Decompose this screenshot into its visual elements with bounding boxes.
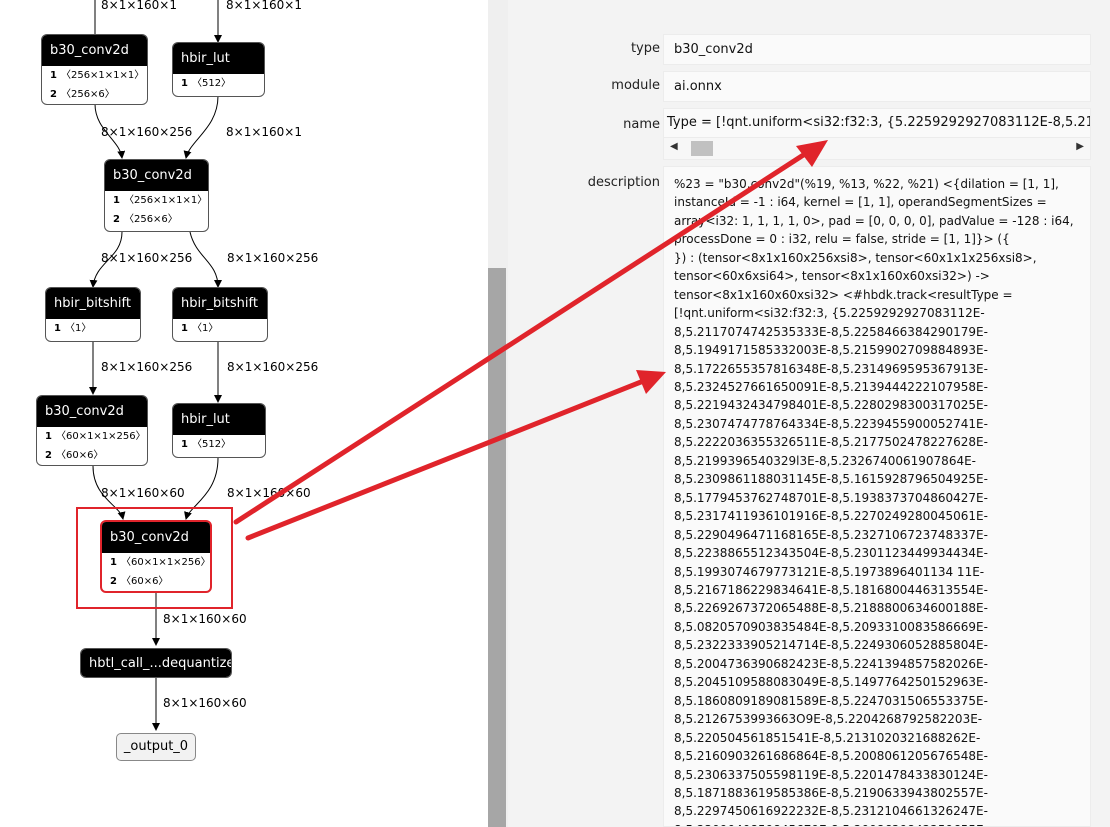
- description-line: 8,5.2317411936101916E-8,5.22702492800450…: [674, 509, 988, 524]
- module-label: module: [611, 78, 660, 93]
- node-input-row: 1 〈1〉: [54, 323, 92, 334]
- edge-label: 8×1×160×1: [226, 0, 302, 12]
- edge-label: 8×1×160×256: [227, 360, 319, 374]
- node-hbir-bitshift[interactable]: hbir_bitshift 1 〈1〉: [45, 287, 141, 342]
- node-title: b30_conv2d: [42, 35, 147, 66]
- node-input-row: 1 〈60×1×1×256〉: [45, 431, 146, 442]
- description-line: 8,5.1993074679773121E-8,5.1973896401134 …: [674, 564, 985, 579]
- description-line: 8,5.2199396540329l3E-8,5.232674006190786…: [674, 453, 976, 468]
- node-title: hbir_lut: [173, 404, 265, 435]
- node-title: hbir_bitshift: [173, 288, 267, 319]
- node-hbir-lut[interactable]: hbir_lut 1 〈512〉: [172, 403, 266, 458]
- name-value: Type = [!qnt.uniform<si32:f32:3, {5.2259…: [663, 108, 1091, 138]
- edge-label: 8×1×160×60: [101, 486, 185, 500]
- horizontal-scroll-thumb[interactable]: [691, 141, 713, 156]
- description-line: 8,5.2290496471168165E-8,5.23271067237483…: [674, 527, 988, 542]
- node-b30-conv2d-selected[interactable]: b30_conv2d 1 〈60×1×1×256〉 2 〈60×6〉: [100, 520, 212, 593]
- node-title: b30_conv2d: [102, 522, 210, 553]
- description-line: 8,5.2306337505598119E-8,5.22014784338301…: [674, 767, 988, 782]
- description-line: 8,5.2309040859845679E-8,5.20086298422596…: [674, 821, 1086, 826]
- node-input-row: 2 〈60×6〉: [45, 450, 104, 461]
- description-label: description: [587, 175, 660, 190]
- description-line: 8,5.2307474778764334E-8,5.22394559000527…: [674, 416, 988, 431]
- node-input-row: 1 〈256×1×1×1〉: [113, 195, 208, 206]
- node-input-row: 1 〈512〉: [181, 78, 232, 89]
- description-line: 8,5.2117074742535333E-8,5.22584663842901…: [674, 324, 988, 339]
- node-input-row: 2 〈256×6〉: [113, 214, 178, 225]
- description-line: 8,5.2004736390682423E-8,5.22413948575820…: [674, 656, 988, 671]
- description-line: array<i32: 1, 1, 1, 1, 0>, pad = [0, 0, …: [674, 213, 1074, 228]
- description-line: 8,5.0820570903835484E-8,5.20933100835866…: [674, 619, 988, 634]
- description-line: 8,5.1722655357816348E-8,5.23149695953679…: [674, 361, 988, 376]
- description-line: 8,5.1860809189081589E-8,5.22470315065533…: [674, 693, 988, 708]
- edge-label: 8×1×160×256: [101, 360, 193, 374]
- type-label: type: [630, 41, 660, 56]
- node-title: b30_conv2d: [37, 396, 147, 427]
- description-line: processDone = 0 : i32, relu = false, str…: [674, 232, 1010, 247]
- node-input-row: 2 〈60×6〉: [110, 576, 169, 587]
- description-line: 8,5.2269267372065488E-8,5.21888006346001…: [674, 601, 988, 616]
- description-value: %23 = "b30.conv2d"(%19, %13, %22, %21) <…: [663, 166, 1091, 827]
- graph-canvas[interactable]: 8×1×160×1 8×1×160×1 8×1×160×256 8×1×160×…: [0, 0, 488, 827]
- description-line: 8,5.2219432434798401E-8,5.22802983003170…: [674, 398, 988, 413]
- description-line: 8,5.2322333905214714E-8,5.22493060528858…: [674, 638, 988, 653]
- edge-label: 8×1×160×60: [163, 696, 247, 710]
- description-line: 8,5.2045109588083049E-8,5.14977642501529…: [674, 675, 988, 690]
- type-value: b30_conv2d: [663, 34, 1091, 65]
- node-input-row: 1 〈60×1×1×256〉: [110, 557, 211, 568]
- node-input-row: 1 〈256×1×1×1〉: [50, 70, 145, 81]
- node-title: hbtl_call_...dequantize: [81, 649, 231, 677]
- node-hbir-lut[interactable]: hbir_lut 1 〈512〉: [172, 42, 265, 97]
- description-line: tensor<60x6xsi64>, tensor<8x1x160x60xsi3…: [674, 269, 990, 284]
- description-line: 8,5.2160903261686864E-8,5.20080612056765…: [674, 749, 988, 764]
- node-input-row: 1 〈1〉: [181, 323, 219, 334]
- description-line: 8,5.2167186229834641E-8,5.18168004463135…: [674, 582, 988, 597]
- scroll-left-arrow-icon[interactable]: ◀: [670, 141, 678, 152]
- node-title: b30_conv2d: [105, 160, 208, 191]
- scroll-right-arrow-icon[interactable]: ▶: [1076, 141, 1084, 152]
- edge-label: 8×1×160×256: [101, 125, 193, 139]
- node-hbtl-call-dequantize[interactable]: hbtl_call_...dequantize: [80, 648, 232, 678]
- node-b30-conv2d[interactable]: b30_conv2d 1 〈256×1×1×1〉 2 〈256×6〉: [41, 34, 148, 105]
- node-b30-conv2d[interactable]: b30_conv2d 1 〈256×1×1×1〉 2 〈256×6〉: [104, 159, 209, 232]
- edge-label: 8×1×160×1: [226, 125, 302, 139]
- properties-panel: type b30_conv2d module ai.onnx name Type…: [508, 0, 1110, 827]
- scrollbar-thumb[interactable]: [488, 268, 506, 827]
- node-input-row: 2 〈256×6〉: [50, 89, 115, 100]
- description-line: 8,5.2126753993663O9E-8,5.220426879258220…: [674, 712, 983, 727]
- description-line: 8,5.2309861188031145E-8,5.16159287965049…: [674, 472, 988, 487]
- description-line: 8,5.2222036355326511E-8,5.21775024782276…: [674, 435, 988, 450]
- node-title: hbir_lut: [173, 43, 264, 74]
- node-b30-conv2d[interactable]: b30_conv2d 1 〈60×1×1×256〉 2 〈60×6〉: [36, 395, 148, 466]
- description-line: }) : (tensor<8x1x160x256xsi8>, tensor<60…: [674, 250, 1037, 265]
- module-value: ai.onnx: [663, 71, 1091, 102]
- description-line: 8,5.2238865512343504E-8,5.23011234499344…: [674, 546, 988, 561]
- description-line: [!qnt.uniform<si32:f32:3, {5.22592929270…: [674, 306, 985, 321]
- description-line: instanceId = -1 : i64, kernel = [1, 1], …: [674, 195, 1047, 210]
- description-line: tensor<8x1x160x60xsi32> <#hbdk.track<res…: [674, 287, 1013, 302]
- edge-label: 8×1×160×256: [227, 251, 319, 265]
- description-line: %23 = "b30.conv2d"(%19, %13, %22, %21) <…: [674, 177, 1059, 191]
- node-output[interactable]: _output_0: [116, 733, 196, 761]
- node-title: hbir_bitshift: [46, 288, 140, 319]
- edge-label: 8×1×160×60: [163, 612, 247, 626]
- node-hbir-bitshift[interactable]: hbir_bitshift 1 〈1〉: [172, 287, 268, 342]
- edge-conv-b-to-bitshift-b: [189, 231, 222, 288]
- description-line: 8,5.220504561851541E-8,5.213102032168826…: [674, 730, 981, 745]
- description-line: 8,5.1871883619585386E-8,5.21906339438025…: [674, 785, 988, 800]
- description-line: 8,5.2297450616922232E-8,5.23121046613262…: [674, 804, 988, 819]
- description-line: 8,5.1949171585332003E-8,5.21599027098848…: [674, 343, 988, 358]
- edge-label: 8×1×160×60: [227, 486, 311, 500]
- node-input-row: 1 〈512〉: [181, 439, 232, 450]
- edge-label: 8×1×160×256: [101, 251, 193, 265]
- edge-label: 8×1×160×1: [101, 0, 177, 12]
- description-line: 8,5.1779453762748701E-8,5.19383737048604…: [674, 490, 988, 505]
- name-horizontal-scrollbar[interactable]: ◀ ▶: [663, 137, 1091, 160]
- description-line: 8,5.2324527661650091E-8,5.21394442221079…: [674, 379, 988, 394]
- name-label: name: [623, 117, 660, 132]
